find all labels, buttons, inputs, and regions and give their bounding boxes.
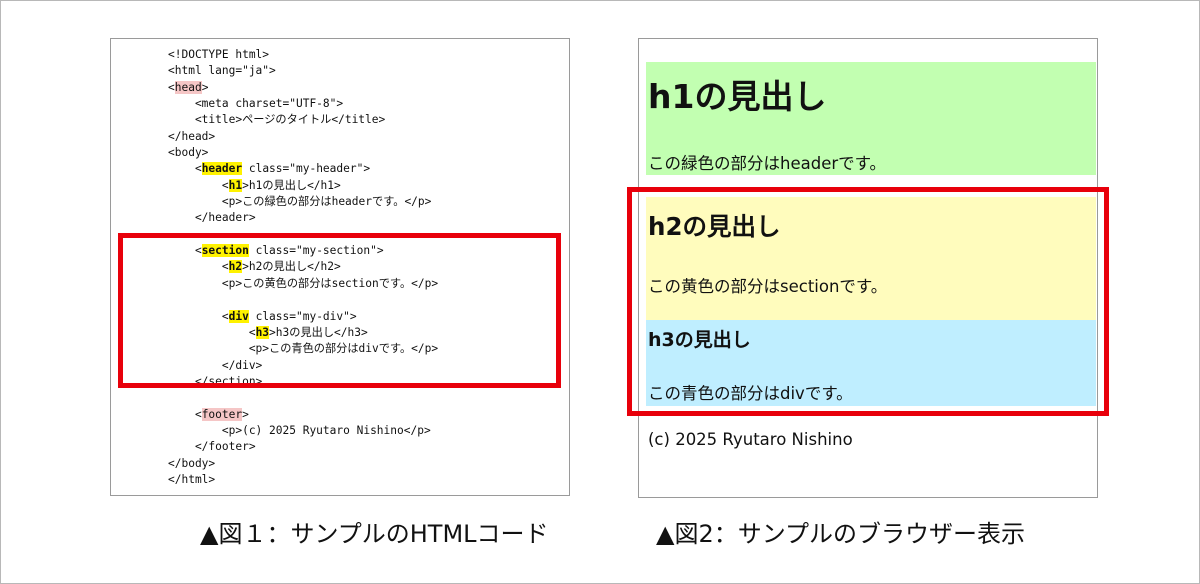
code-text: < (168, 178, 229, 192)
code-line: </body> (168, 456, 438, 472)
code-text: </head> (168, 129, 216, 143)
code-line: </header> (168, 210, 438, 226)
highlighted-tag: header (201, 162, 243, 176)
code-line: <meta charset="UTF-8"> (168, 96, 438, 112)
code-line: <header class="my-header"> (168, 161, 438, 177)
code-text: </header> (168, 211, 256, 225)
figure2-caption: ▲図2：サンプルのブラウザー表示 (656, 520, 1026, 548)
code-text: < (168, 162, 202, 176)
code-text: class="my-header"> (242, 162, 371, 176)
rendered-header-paragraph: この緑色の部分はheaderです。 (648, 154, 886, 173)
code-text: <body> (168, 146, 209, 160)
code-line: <footer> (168, 407, 438, 423)
code-text: >h1の見出し</h1> (242, 178, 341, 192)
code-text: </footer> (168, 440, 256, 454)
code-line: </head> (168, 129, 438, 145)
code-line: <head> (168, 80, 438, 96)
code-text: </body> (168, 456, 216, 470)
code-text: <html lang="ja"> (168, 64, 276, 78)
code-line: <body> (168, 145, 438, 161)
rendered-h1: h1の見出し (648, 77, 827, 116)
code-line: </footer> (168, 439, 438, 455)
code-text: > (201, 80, 209, 94)
code-text: < (168, 407, 202, 421)
code-text: > (242, 407, 249, 421)
code-highlight-frame (118, 233, 561, 388)
code-line: <!DOCTYPE html> (168, 47, 438, 63)
code-text: </html> (168, 472, 216, 486)
code-text: <!DOCTYPE html> (168, 48, 270, 61)
code-line: <h1>h1の見出し</h1> (168, 178, 438, 194)
code-line: </html> (168, 472, 438, 488)
code-text: <meta charset="UTF-8"> (168, 97, 344, 111)
code-line: <p>(c) 2025 Ryutaro Nishino</p> (168, 423, 438, 439)
code-text: <p>(c) 2025 Ryutaro Nishino</p> (168, 423, 431, 437)
highlighted-tag: footer (201, 407, 243, 421)
code-line: <html lang="ja"> (168, 63, 438, 79)
code-text: <p>この緑色の部分はheaderです。</p> (168, 195, 432, 209)
figure1-caption: ▲図１：サンプルのHTMLコード (200, 520, 549, 548)
code-text: <title>ページのタイトル</title> (168, 113, 386, 127)
browser-highlight-frame (627, 187, 1109, 416)
code-line: <title>ページのタイトル</title> (168, 112, 438, 128)
highlighted-tag: head (174, 80, 202, 94)
rendered-footer-text: (c) 2025 Ryutaro Nishino (648, 430, 853, 449)
highlighted-tag: h1 (228, 178, 243, 192)
code-line: <p>この緑色の部分はheaderです。</p> (168, 194, 438, 210)
code-text: < (168, 80, 175, 94)
